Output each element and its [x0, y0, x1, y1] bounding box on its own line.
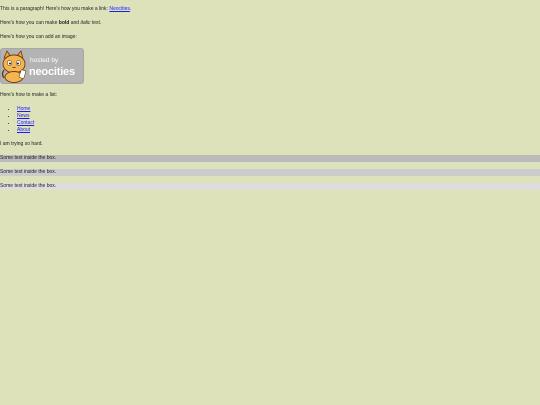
bold-text: bold	[58, 20, 70, 26]
paragraph-trying: I am trying so hard.	[0, 141, 43, 147]
paragraph-image-intro: Here's how you can add an image:	[0, 34, 77, 40]
text-box-2: Some text inside the box.	[0, 169, 540, 176]
list-item: Contact	[17, 120, 540, 127]
list-item: News	[17, 113, 540, 120]
badge-line2: neocities	[29, 66, 75, 78]
neocities-link[interactable]: Neocities	[109, 6, 130, 12]
list-link-contact[interactable]: Contact	[17, 120, 34, 126]
list-item: About	[17, 127, 540, 134]
text-box-3: Some text inside the box.	[0, 183, 540, 190]
cat-mascot-icon	[1, 50, 27, 83]
list-link-news[interactable]: News	[17, 113, 30, 119]
paragraph-link-suffix: .	[129, 6, 132, 12]
formatting-text: Here's how you can make	[0, 20, 59, 26]
badge-line1: hosted by	[30, 57, 59, 64]
nav-list: Home News Contact About	[0, 106, 540, 134]
page-content: This is a paragraph! Here's how you make…	[0, 6, 540, 197]
paragraph-formatting: Here's how you can make bold and italic …	[0, 20, 540, 27]
list-item: Home	[17, 106, 540, 113]
paragraph-link-text: This is a paragraph! Here's how you make…	[0, 6, 110, 12]
list-link-home[interactable]: Home	[17, 106, 30, 112]
formatting-suffix-text: text.	[90, 20, 102, 26]
hosted-by-neocities-badge: hosted by neocities	[0, 48, 84, 84]
paragraph-list-intro: Here's how to make a list:	[0, 92, 58, 98]
formatting-middle-text: and	[69, 20, 81, 26]
paragraph-link: This is a paragraph! Here's how you make…	[0, 6, 540, 13]
text-box-1: Some text inside the box.	[0, 155, 540, 162]
list-link-about[interactable]: About	[17, 127, 30, 133]
italic-text: italic	[80, 20, 91, 26]
